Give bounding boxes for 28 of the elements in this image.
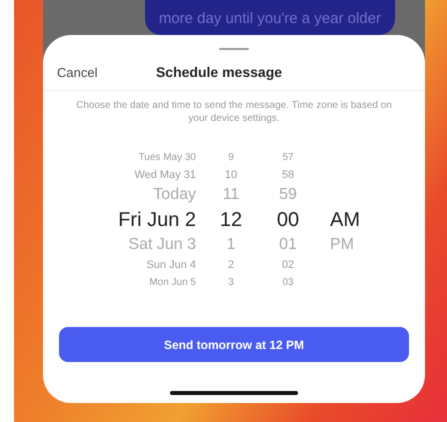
picker-option[interactable]: 02: [282, 259, 294, 271]
picker-option[interactable]: 11: [222, 186, 240, 204]
picker-option[interactable]: Sun Jun 4: [146, 259, 196, 271]
sheet-title: Schedule message: [156, 64, 282, 80]
picker-option[interactable]: PM: [330, 236, 354, 254]
picker-option[interactable]: Fri Jun 2: [118, 208, 196, 232]
picker-option[interactable]: 00: [276, 208, 300, 232]
picker-option[interactable]: Sat Jun 3: [128, 236, 196, 254]
cancel-button[interactable]: Cancel: [57, 64, 98, 80]
description-text: Choose the date and time to send the message. Time zone is based on your device settings.: [75, 99, 393, 125]
send-button[interactable]: Send tomorrow at 12 PM: [59, 327, 409, 362]
picker-option[interactable]: 03: [282, 277, 294, 288]
picker-option[interactable]: 3: [228, 277, 234, 288]
picker-option[interactable]: 10: [224, 169, 238, 181]
picker-option[interactable]: Tues May 30: [138, 152, 196, 163]
picker-option[interactable]: 9: [228, 152, 234, 163]
picker-option[interactable]: 1: [226, 236, 236, 254]
picker-option[interactable]: 58: [282, 169, 294, 181]
picker-option[interactable]: 2: [228, 259, 234, 271]
picker-option[interactable]: 59: [279, 186, 297, 204]
picker-option[interactable]: 01: [279, 236, 297, 254]
picker-option[interactable]: 12: [220, 208, 242, 232]
picker-option[interactable]: Wed May 31: [134, 169, 196, 181]
picker-option[interactable]: Mon Jun 5: [149, 277, 196, 288]
picker-option[interactable]: AM: [330, 208, 360, 232]
picker-option[interactable]: 57: [282, 152, 294, 163]
picker-option[interactable]: Today: [153, 186, 196, 204]
message-bubble: more day until you're a year older: [144, 0, 395, 35]
